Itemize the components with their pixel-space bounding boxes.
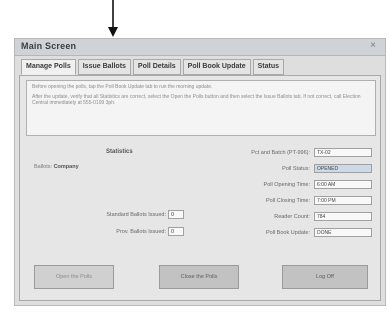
detail-label: Reader Count: (274, 214, 310, 220)
manage-polls-panel: Before opening the polls, tap the Poll B… (19, 75, 381, 301)
detail-row-opening-time: Poll Opening Time: 6:00 AM (206, 180, 378, 190)
ballots-caption: Ballots: Company (34, 164, 79, 170)
prov-ballots-field: 0 (168, 227, 184, 236)
standard-ballots-row: Standard Ballots Issued: 0 (34, 210, 184, 220)
close-icon[interactable]: × (370, 40, 376, 52)
tab-issue-ballots[interactable]: Issue Ballots (77, 59, 131, 75)
detail-label: Poll Status: (282, 166, 310, 172)
detail-value: OPENED (314, 164, 372, 173)
instruction-line-2: After the update, verify that all Statis… (32, 93, 361, 107)
detail-value: 6:00 AM (314, 180, 372, 189)
standard-ballots-field: 0 (168, 210, 184, 219)
tab-status[interactable]: Status (252, 59, 285, 75)
detail-label: Pct and Batch (PT-996): (251, 150, 310, 156)
close-polls-button[interactable]: Close the Polls (159, 265, 239, 289)
instruction-line-1: Before opening the polls, tap the Poll B… (32, 84, 213, 90)
detail-label: Poll Opening Time: (263, 182, 310, 188)
ballots-caption-label: Ballots: (34, 164, 53, 170)
detail-row-reader-count: Reader Count: 784 (206, 212, 378, 222)
detail-value: 784 (314, 212, 372, 221)
tab-manage-polls[interactable]: Manage Polls (21, 59, 76, 75)
window-title: Main Screen (21, 41, 77, 51)
detail-row-pct-batch: Pct and Batch (PT-996): TX-02 (206, 148, 378, 158)
prov-ballots-label: Prov. Ballots Issued: (116, 229, 166, 235)
detail-value: TX-02 (314, 148, 372, 157)
detail-row-closing-time: Poll Closing Time: 7:00 PM (206, 196, 378, 206)
title-bar: Main Screen × (15, 39, 385, 56)
action-button-bar: Open the Polls Close the Polls Log Off (20, 265, 380, 291)
tab-poll-book-update[interactable]: Poll Book Update (182, 59, 251, 75)
open-polls-button[interactable]: Open the Polls (34, 265, 114, 289)
statistics-heading: Statistics (106, 149, 133, 155)
detail-value: 7:00 PM (314, 196, 372, 205)
detail-label: Poll Book Update: (265, 230, 310, 236)
prov-ballots-row: Prov. Ballots Issued: 0 (34, 227, 184, 237)
ballots-value: Company (53, 164, 79, 170)
instructions-box: Before opening the polls, tap the Poll B… (26, 80, 376, 136)
main-screen-window: Main Screen × Manage Polls Issue Ballots… (14, 38, 386, 306)
tab-poll-details[interactable]: Poll Details (132, 59, 181, 75)
standard-ballots-label: Standard Ballots Issued: (106, 212, 166, 218)
detail-row-poll-book-update: Poll Book Update: DONE (206, 228, 378, 238)
down-arrow-icon (108, 0, 118, 37)
detail-label: Poll Closing Time: (265, 198, 310, 204)
detail-value: DONE (314, 228, 372, 237)
tab-bar: Manage Polls Issue Ballots Poll Details … (21, 59, 286, 75)
detail-row-poll-status: Poll Status: OPENED (206, 164, 378, 174)
logoff-button[interactable]: Log Off (282, 265, 368, 289)
